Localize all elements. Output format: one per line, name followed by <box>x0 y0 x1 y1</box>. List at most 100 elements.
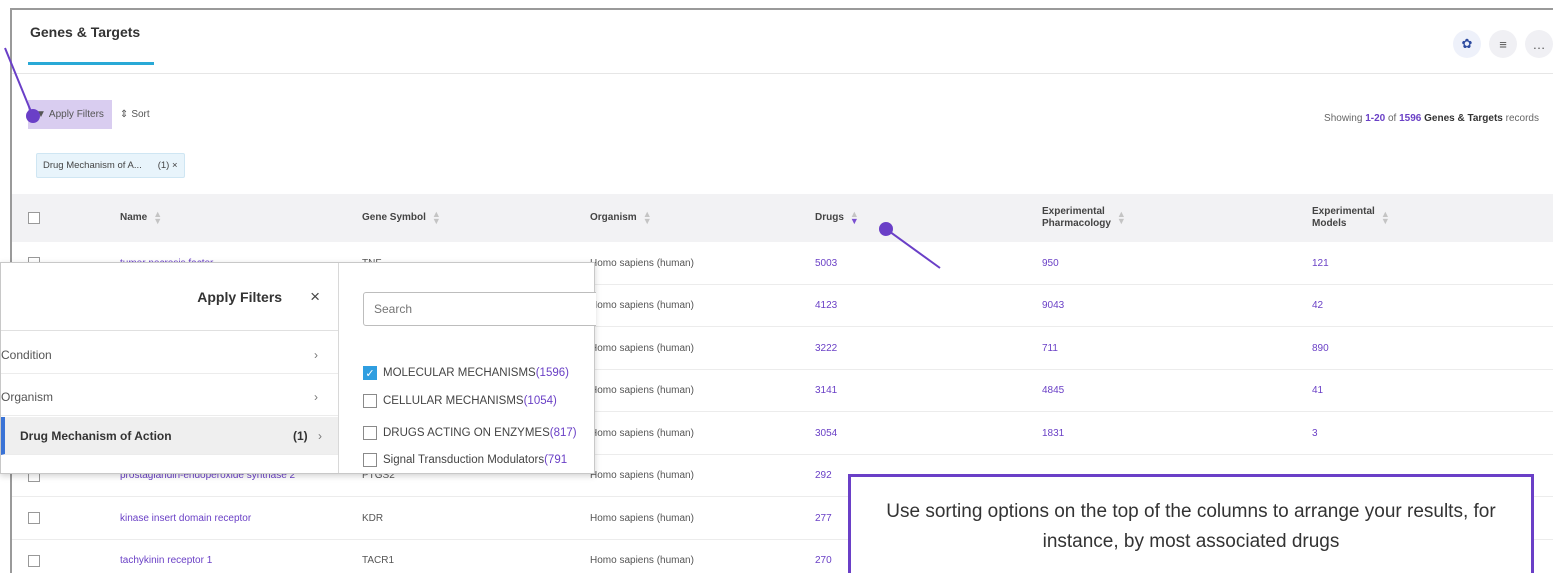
showing-range: 1-20 <box>1365 113 1386 124</box>
organism: Homo sapiens (human) <box>590 512 694 524</box>
exp-models-link[interactable]: 41 <box>1312 370 1323 412</box>
column-exp-models-label-1: Experimental <box>1312 206 1375 217</box>
organism: Homo sapiens (human) <box>590 300 694 311</box>
sorting-tip-callout: Use sorting options on the top of the co… <box>848 474 1534 573</box>
filter-panel-header: Apply Filters × <box>1 263 338 331</box>
chevron-right-icon: › <box>314 389 318 404</box>
organism: Homo sapiens (human) <box>590 342 694 354</box>
sort-button[interactable]: ⇕ Sort <box>120 109 150 120</box>
table-header: Name ▲ ▼ Gene Symbol ▲ ▼ Organism ▲ ▼ Drugs… <box>12 194 1553 242</box>
exp-pharm-link[interactable]: 9043 <box>1042 285 1064 327</box>
row-checkbox[interactable] <box>28 512 40 524</box>
exp-models-link[interactable]: 890 <box>1312 327 1329 369</box>
checkbox-icon[interactable] <box>363 453 377 467</box>
drugs-count-link[interactable]: 292 <box>815 455 832 497</box>
active-tab-indicator <box>28 62 154 65</box>
filter-category-count: (1) <box>293 428 308 443</box>
chip-close-icon[interactable]: × <box>172 160 178 171</box>
column-symbol-label: Gene Symbol <box>362 212 426 223</box>
tab-genes-targets[interactable]: Genes & Targets <box>30 24 140 40</box>
filter-category-condition[interactable]: Condition › <box>1 336 338 374</box>
filter-option[interactable]: DRUGS ACTING ON ENZYMES(817) <box>363 426 577 440</box>
row-checkbox[interactable] <box>28 554 40 567</box>
filter-option-label: Signal Transduction Modulators <box>383 454 545 466</box>
organism: Homo sapiens (human) <box>590 257 694 269</box>
chip-count: (1) <box>157 160 170 171</box>
column-organism-label: Organism <box>590 212 637 223</box>
exp-pharm-link[interactable]: 1831 <box>1042 412 1064 454</box>
sort-arrows-icon[interactable]: ▲ ▼ <box>643 210 652 226</box>
select-all-checkbox[interactable] <box>28 212 40 224</box>
apply-filters-button[interactable]: ▼ Apply Filters <box>28 100 112 129</box>
showing-prefix: Showing <box>1324 113 1366 124</box>
drugs-count-link[interactable]: 3054 <box>815 412 837 454</box>
column-exp-pharm-label-1: Experimental <box>1042 206 1105 217</box>
column-name[interactable]: Name ▲ ▼ <box>120 194 162 242</box>
exp-pharm-link[interactable]: 711 <box>1042 327 1058 369</box>
sort-label: Sort <box>131 109 150 120</box>
gene-name-link[interactable]: kinase insert domain receptor <box>120 497 251 539</box>
drugs-count-link[interactable]: 270 <box>815 540 832 573</box>
filter-category-drug-mechanism[interactable]: Drug Mechanism of Action (1) › <box>1 417 338 455</box>
drugs-count-link[interactable]: 5003 <box>815 242 837 284</box>
active-filter-chip: Drug Mechanism of A... (1) × <box>36 153 185 178</box>
filter-option[interactable]: Signal Transduction Modulators(791 <box>363 453 567 467</box>
exp-models-link[interactable]: 42 <box>1312 285 1323 327</box>
column-drugs-label: Drugs <box>815 212 844 223</box>
filter-option-label: MOLECULAR MECHANISMS <box>383 367 536 379</box>
sort-arrows-icon[interactable]: ▲ ▼ <box>153 210 162 226</box>
gene-name-link[interactable]: tachykinin receptor 1 <box>120 540 212 573</box>
filter-category-label: Organism <box>1 389 54 404</box>
filter-option-count: (1054) <box>523 395 557 407</box>
sort-arrows-icon[interactable]: ▲ ▼ <box>432 210 441 226</box>
filter-option-label: CELLULAR MECHANISMS <box>383 395 524 407</box>
organism: Homo sapiens (human) <box>590 470 694 481</box>
column-organism[interactable]: Organism ▲ ▼ <box>590 194 652 242</box>
filter-option-count: (791 <box>544 454 568 466</box>
filter-option-label: DRUGS ACTING ON ENZYMES <box>383 427 550 439</box>
chevron-right-icon: › <box>318 428 322 443</box>
exp-pharm-link[interactable]: 4845 <box>1042 370 1064 412</box>
checkbox-icon[interactable] <box>363 426 377 440</box>
exp-models-link[interactable]: 3 <box>1312 412 1318 454</box>
header-actions: ✿ ≡ … <box>1453 30 1553 58</box>
column-exp-pharm-label-2: Pharmacology <box>1042 218 1111 229</box>
exp-pharm-link[interactable]: 950 <box>1042 242 1059 284</box>
settings-icon[interactable]: ✿ <box>1453 30 1481 58</box>
filter-categories: Apply Filters × Condition › Organism › D… <box>1 263 339 473</box>
column-experimental-models[interactable]: Experimental Models ▲ ▼ <box>1312 194 1390 242</box>
showing-entity: Genes & Targets <box>1424 113 1503 124</box>
organism: Homo sapiens (human) <box>590 385 694 396</box>
organism: Homo sapiens (human) <box>590 427 694 439</box>
drugs-count-link[interactable]: 3222 <box>815 327 837 369</box>
sort-arrows-icon[interactable]: ▲ ▼ <box>1117 210 1126 226</box>
more-icon[interactable]: … <box>1525 30 1553 58</box>
column-experimental-pharmacology[interactable]: Experimental Pharmacology ▲ ▼ <box>1042 194 1126 242</box>
column-drugs[interactable]: Drugs ▲ ▼ <box>815 194 859 242</box>
filter-option[interactable]: ✓ MOLECULAR MECHANISMS(1596) <box>363 366 569 380</box>
chip-label: Drug Mechanism of A... <box>43 160 142 171</box>
filter-category-organism[interactable]: Organism › <box>1 378 338 416</box>
columns-icon[interactable]: ≡ <box>1489 30 1517 58</box>
annotation-dot <box>26 109 40 123</box>
gene-symbol: TACR1 <box>362 555 395 566</box>
column-gene-symbol[interactable]: Gene Symbol ▲ ▼ <box>362 194 441 242</box>
gene-symbol: KDR <box>362 512 384 524</box>
filter-panel-title: Apply Filters <box>197 288 283 305</box>
drugs-count-link[interactable]: 277 <box>815 497 832 539</box>
apply-filters-panel: Apply Filters × Condition › Organism › D… <box>0 262 596 474</box>
filter-search-input[interactable] <box>363 292 596 326</box>
filter-option-count: (1596) <box>535 367 569 379</box>
exp-models-link[interactable]: 121 <box>1312 242 1329 284</box>
results-toolbar: ▼ Apply Filters ⇕ Sort <box>28 100 150 129</box>
sort-arrows-icon[interactable]: ▲ ▼ <box>1381 210 1390 226</box>
close-icon[interactable]: × <box>310 287 320 307</box>
drugs-count-link[interactable]: 3141 <box>815 370 837 412</box>
filter-option[interactable]: CELLULAR MECHANISMS(1054) <box>363 394 557 408</box>
checkbox-checked-icon[interactable]: ✓ <box>363 366 377 380</box>
checkbox-icon[interactable] <box>363 394 377 408</box>
column-exp-models-label-2: Models <box>1312 218 1347 229</box>
drugs-count-link[interactable]: 4123 <box>815 285 837 327</box>
sort-arrows-icon[interactable]: ▲ ▼ <box>850 210 859 226</box>
column-name-label: Name <box>120 212 148 223</box>
